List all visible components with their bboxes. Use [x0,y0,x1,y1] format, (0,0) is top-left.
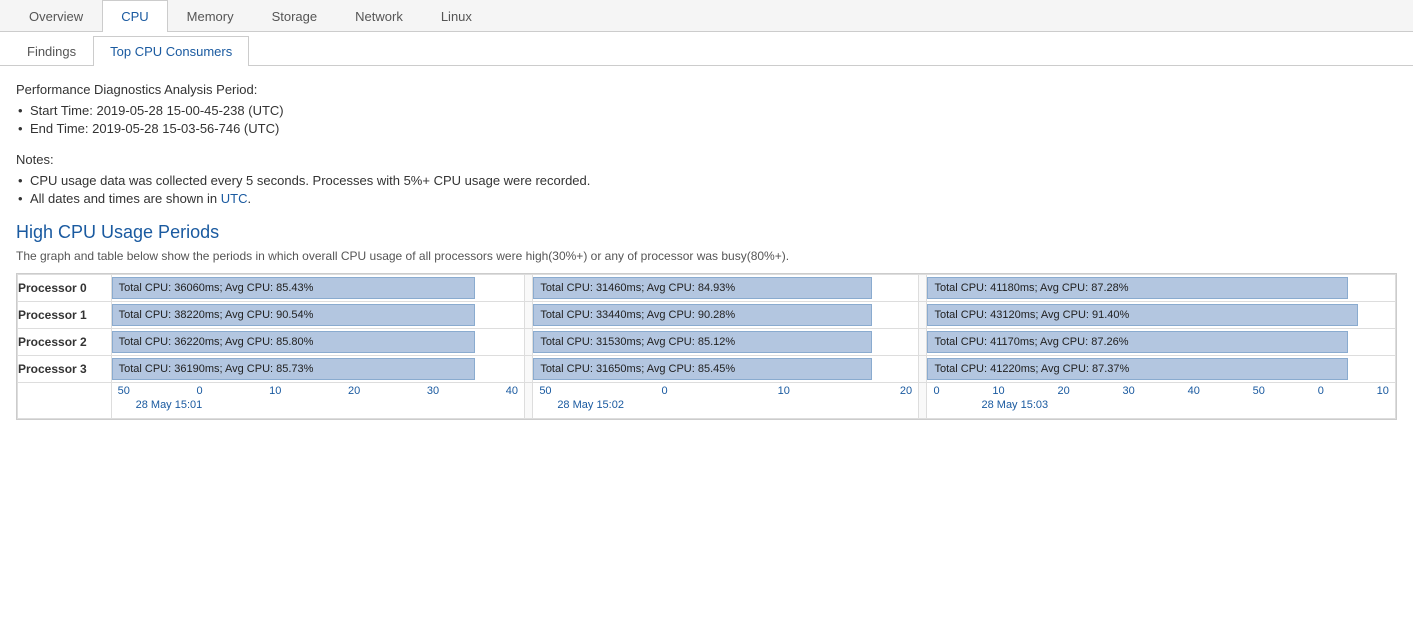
main-content: Performance Diagnostics Analysis Period:… [0,66,1413,420]
x-date-3: 28 May 15:03 [931,399,1391,411]
x-axis-group-1: 50 0 10 20 30 40 28 May 15:01 [111,383,524,419]
cpu-bar: Total CPU: 36060ms; Avg CPU: 85.43% [112,277,475,299]
x-tick: 40 [506,385,518,397]
cpu-bar: Total CPU: 31460ms; Avg CPU: 84.93% [533,277,872,299]
x-date-2: 28 May 15:02 [537,399,914,411]
subtab-top-cpu-consumers[interactable]: Top CPU Consumers [93,36,249,66]
x-tick: 0 [933,385,939,397]
x-tick: 40 [1188,385,1200,397]
x-tick: 10 [269,385,281,397]
x-tick: 50 [118,385,130,397]
subtab-findings[interactable]: Findings [10,36,93,66]
x-tick: 30 [427,385,439,397]
proc-3-bar-1: Total CPU: 36190ms; Avg CPU: 85.73% [111,356,524,383]
x-tick: 10 [992,385,1004,397]
proc-0-bar-2: Total CPU: 31460ms; Avg CPU: 84.93% [533,275,919,302]
x-tick: 0 [196,385,202,397]
tab-network[interactable]: Network [336,0,422,32]
x-tick: 0 [662,385,668,397]
cpu-bar: Total CPU: 41170ms; Avg CPU: 87.26% [927,331,1348,353]
proc-3-bar-2: Total CPU: 31650ms; Avg CPU: 85.45% [533,356,919,383]
notes-item-2: All dates and times are shown in UTC. [30,191,1397,206]
table-row: Processor 3 Total CPU: 36190ms; Avg CPU:… [18,356,1396,383]
cpu-bar: Total CPU: 31530ms; Avg CPU: 85.12% [533,331,872,353]
tab-memory[interactable]: Memory [168,0,253,32]
x-tick: 20 [900,385,912,397]
sub-tab-bar: Findings Top CPU Consumers [0,36,1413,66]
tab-storage[interactable]: Storage [253,0,337,32]
x-tick: 30 [1123,385,1135,397]
proc-2-label: Processor 2 [18,329,112,356]
cpu-chart: Processor 0 Total CPU: 36060ms; Avg CPU:… [16,273,1397,420]
cpu-bar: Total CPU: 41180ms; Avg CPU: 87.28% [927,277,1348,299]
tab-linux[interactable]: Linux [422,0,491,32]
cpu-bar: Total CPU: 33440ms; Avg CPU: 90.28% [533,304,872,326]
cpu-bar: Total CPU: 36220ms; Avg CPU: 85.80% [112,331,475,353]
proc-1-bar-1: Total CPU: 38220ms; Avg CPU: 90.54% [111,302,524,329]
cpu-bar: Total CPU: 41220ms; Avg CPU: 87.37% [927,358,1348,380]
x-tick: 0 [1318,385,1324,397]
cpu-bar: Total CPU: 43120ms; Avg CPU: 91.40% [927,304,1357,326]
notes-label: Notes: [16,152,1397,167]
x-tick: 20 [1057,385,1069,397]
x-tick: 10 [778,385,790,397]
proc-0-label: Processor 0 [18,275,112,302]
table-row: Processor 2 Total CPU: 36220ms; Avg CPU:… [18,329,1396,356]
proc-3-label: Processor 3 [18,356,112,383]
proc-1-bar-2: Total CPU: 33440ms; Avg CPU: 90.28% [533,302,919,329]
analysis-period-list: Start Time: 2019-05-28 15-00-45-238 (UTC… [16,103,1397,136]
high-cpu-desc: The graph and table below show the perio… [16,249,1397,263]
notes-section: Notes: CPU usage data was collected ever… [16,152,1397,206]
x-tick: 50 [1253,385,1265,397]
x-axis-row: 50 0 10 20 30 40 28 May 15:01 50 0 10 [18,383,1396,419]
proc-3-bar-3: Total CPU: 41220ms; Avg CPU: 87.37% [927,356,1396,383]
proc-1-label: Processor 1 [18,302,112,329]
utc-link[interactable]: UTC [221,191,248,206]
table-row: Processor 1 Total CPU: 38220ms; Avg CPU:… [18,302,1396,329]
x-axis-group-2: 50 0 10 20 28 May 15:02 [533,383,919,419]
tab-cpu[interactable]: CPU [102,0,167,32]
x-date-1: 28 May 15:01 [116,399,520,411]
proc-2-bar-3: Total CPU: 41170ms; Avg CPU: 87.26% [927,329,1396,356]
proc-0-bar-3: Total CPU: 41180ms; Avg CPU: 87.28% [927,275,1396,302]
high-cpu-title: High CPU Usage Periods [16,222,1397,243]
axis-empty-cell [18,383,112,419]
x-tick: 20 [348,385,360,397]
proc-2-bar-2: Total CPU: 31530ms; Avg CPU: 85.12% [533,329,919,356]
notes-item-1: CPU usage data was collected every 5 sec… [30,173,1397,188]
cpu-bar: Total CPU: 31650ms; Avg CPU: 85.45% [533,358,872,380]
tab-overview[interactable]: Overview [10,0,102,32]
proc-1-bar-3: Total CPU: 43120ms; Avg CPU: 91.40% [927,302,1396,329]
cpu-bar: Total CPU: 36190ms; Avg CPU: 85.73% [112,358,475,380]
proc-2-bar-1: Total CPU: 36220ms; Avg CPU: 85.80% [111,329,524,356]
start-time-item: Start Time: 2019-05-28 15-00-45-238 (UTC… [30,103,1397,118]
end-time-item: End Time: 2019-05-28 15-03-56-746 (UTC) [30,121,1397,136]
x-tick: 10 [1377,385,1389,397]
x-axis-group-3: 0 10 20 30 40 50 0 10 28 May 15:03 [927,383,1396,419]
notes-list: CPU usage data was collected every 5 sec… [16,173,1397,206]
top-tab-bar: Overview CPU Memory Storage Network Linu… [0,0,1413,32]
table-row: Processor 0 Total CPU: 36060ms; Avg CPU:… [18,275,1396,302]
cpu-table: Processor 0 Total CPU: 36060ms; Avg CPU:… [17,274,1396,419]
proc-0-bar-1: Total CPU: 36060ms; Avg CPU: 85.43% [111,275,524,302]
analysis-period-section: Performance Diagnostics Analysis Period:… [16,82,1397,136]
analysis-period-label: Performance Diagnostics Analysis Period: [16,82,1397,97]
x-tick: 50 [539,385,551,397]
cpu-bar: Total CPU: 38220ms; Avg CPU: 90.54% [112,304,475,326]
